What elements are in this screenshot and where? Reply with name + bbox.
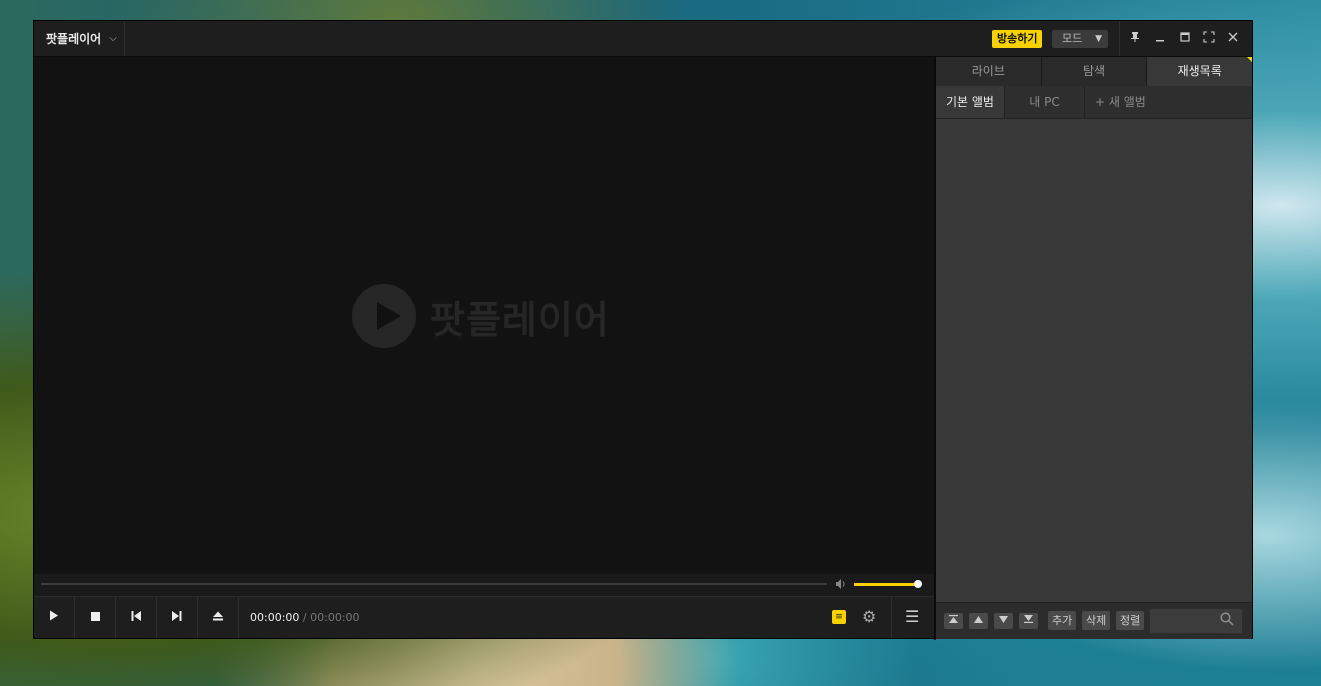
logo-text: 팟플레이어 <box>430 297 610 342</box>
app-menu-button[interactable]: 팟플레이어 ⌵ <box>34 21 125 56</box>
stop-icon <box>90 612 100 621</box>
seek-row <box>34 574 934 596</box>
subtab-my-pc[interactable]: 내 PC <box>1005 86 1085 118</box>
playlist-area[interactable] <box>936 119 1252 602</box>
time-separator: / <box>302 611 307 624</box>
app-menu-label: 팟플레이어 <box>46 32 102 46</box>
broadcast-button[interactable]: 방송하기 <box>992 30 1043 48</box>
side-panel: 라이브 탐색 재생목록 기본 앨범 내 PC + 새 앨범 추가 삭제 정렬 <box>936 57 1253 639</box>
volume-level <box>854 583 918 586</box>
caret-down-icon: ▼ <box>1095 34 1102 44</box>
volume-icon[interactable] <box>835 578 847 593</box>
add-button[interactable]: 추가 <box>1048 611 1077 630</box>
current-time: 00:00:00 <box>250 611 300 624</box>
move-up-icon[interactable] <box>969 613 988 629</box>
move-bottom-icon[interactable] <box>1019 613 1038 629</box>
control-bar: 00:00:00 / 00:00:00 ≡ ⚙ ☰ <box>34 596 934 638</box>
subtitle-icon[interactable]: ≡ <box>832 610 846 624</box>
tab-playlist[interactable]: 재생목록 <box>1147 57 1253 86</box>
chevron-down-icon: ⌵ <box>109 33 117 44</box>
fullscreen-icon[interactable] <box>1200 30 1218 48</box>
mode-label: 모드 <box>1062 32 1083 45</box>
minimize-icon[interactable] <box>1151 30 1169 48</box>
open-file-button[interactable] <box>198 597 239 638</box>
titlebar-divider <box>1119 21 1120 56</box>
album-tabs: 기본 앨범 내 PC + 새 앨범 <box>936 86 1252 119</box>
potplayer-window: 팟플레이어 ⌵ 방송하기 모드 ▼ 팟플레이어 00:00:00 / 00:00… <box>33 20 1253 640</box>
tab-explore[interactable]: 탐색 <box>1042 57 1148 86</box>
potplayer-logo: 팟플레이어 <box>352 284 610 348</box>
pin-icon[interactable] <box>1126 30 1144 48</box>
volume-slider[interactable] <box>854 580 922 588</box>
hamburger-menu-icon[interactable]: ☰ <box>905 607 919 626</box>
sort-button[interactable]: 정렬 <box>1116 611 1145 630</box>
close-icon[interactable] <box>1224 30 1242 48</box>
total-time: 00:00:00 <box>310 611 360 624</box>
eject-icon <box>213 611 223 621</box>
play-button[interactable] <box>34 597 75 638</box>
stop-button[interactable] <box>75 597 116 638</box>
mode-dropdown[interactable]: 모드 ▼ <box>1052 30 1108 48</box>
move-top-icon[interactable] <box>944 613 963 629</box>
search-icon[interactable] <box>1220 612 1234 630</box>
next-button[interactable] <box>157 597 198 638</box>
move-down-icon[interactable] <box>994 613 1013 629</box>
skip-forward-icon <box>172 611 182 621</box>
tab-live[interactable]: 라이브 <box>936 57 1042 86</box>
skip-back-icon <box>131 611 141 621</box>
delete-button[interactable]: 삭제 <box>1082 611 1111 630</box>
control-divider <box>891 597 892 638</box>
subtab-default-album[interactable]: 기본 앨범 <box>936 86 1005 118</box>
video-area[interactable]: 팟플레이어 <box>34 57 934 574</box>
subtab-new-album[interactable]: + 새 앨범 <box>1085 86 1160 118</box>
time-display: 00:00:00 / 00:00:00 <box>250 611 360 624</box>
panel-tabs: 라이브 탐색 재생목록 <box>936 57 1253 86</box>
previous-button[interactable] <box>116 597 157 638</box>
titlebar: 팟플레이어 ⌵ 방송하기 모드 ▼ <box>34 21 1252 57</box>
gear-icon[interactable]: ⚙ <box>862 607 876 626</box>
playlist-toolbar: 추가 삭제 정렬 <box>936 602 1252 639</box>
play-logo-icon <box>352 284 416 348</box>
maximize-icon[interactable] <box>1176 30 1194 48</box>
volume-knob[interactable] <box>914 580 922 588</box>
play-icon <box>50 610 58 621</box>
seek-bar[interactable] <box>41 583 827 585</box>
